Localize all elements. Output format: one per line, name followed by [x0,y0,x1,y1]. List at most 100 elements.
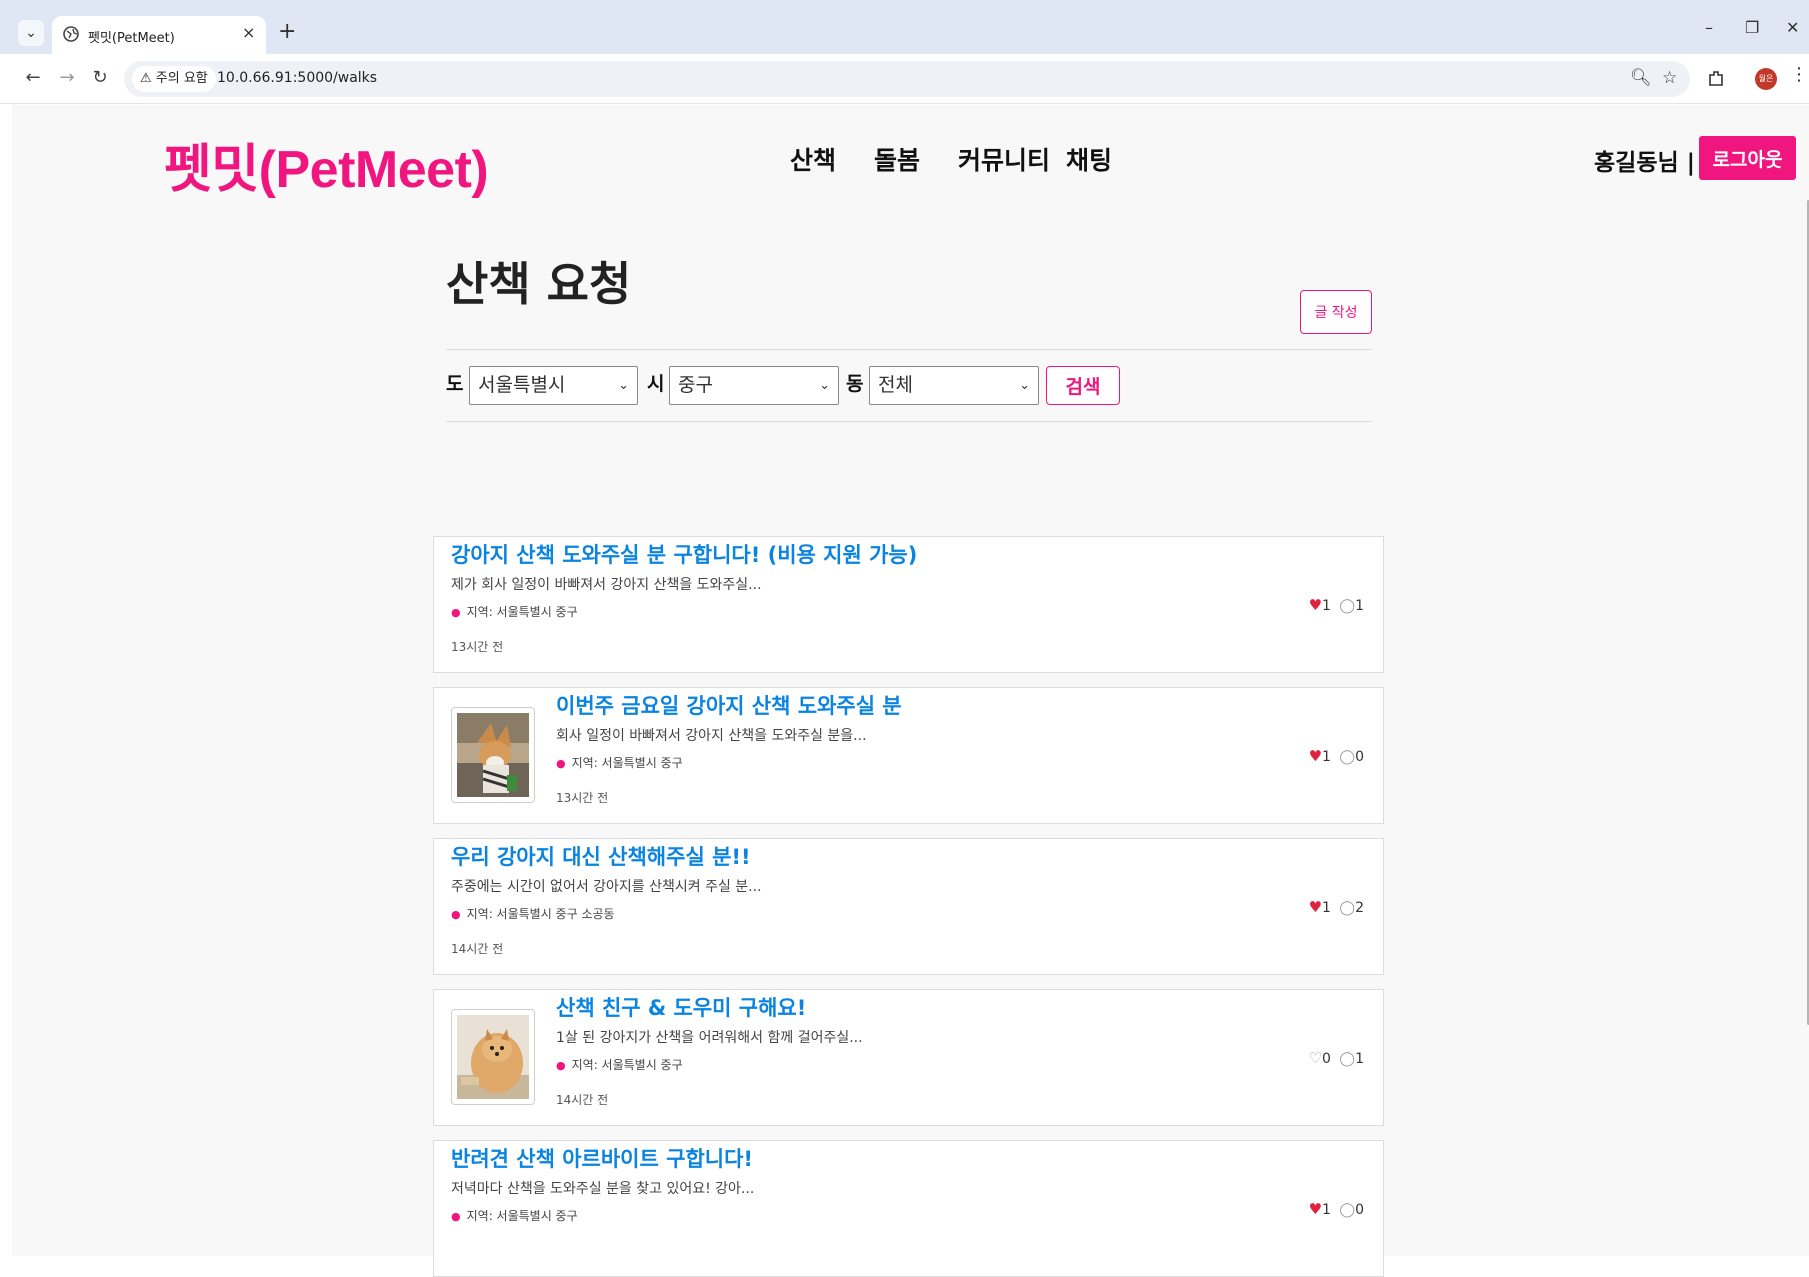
post-body: 산책 친구 & 도우미 구해요! 1살 된 강아지가 산책을 어려워해서 함께 … [556,994,863,1109]
heart-outline-icon[interactable]: ♡ [1309,1049,1322,1067]
post-time: 14시간 전 [556,1093,609,1107]
nav-item-care[interactable]: 돌봄 [874,141,920,177]
post-region: ● 지역: 서울특별시 중구 [556,754,902,773]
heart-filled-icon[interactable]: ♥ [1309,596,1322,614]
globe-icon [63,26,79,42]
post-thumbnail [451,1009,535,1105]
like-count: 1 [1322,1202,1331,1218]
bookmark-star-icon[interactable]: ☆ [1662,68,1677,88]
location-pin-icon: ● [556,757,566,770]
post-region-text: 지역: 서울특별시 중구 [466,605,578,619]
search-button[interactable]: 검색 [1046,366,1120,405]
post-card[interactable]: 강아지 산책 도와주실 분 구합니다! (비용 지원 가능) 제가 회사 일정이… [433,536,1384,673]
post-region-text: 지역: 서울특별시 중구 소공동 [466,907,615,921]
comment-bubble-icon: ◯ [1339,749,1356,765]
post-body: 이번주 금요일 강아지 산책 도와주실 분 회사 일정이 바빠져서 강아지 산책… [556,692,902,807]
security-warning-chip[interactable]: ⚠ 주의 요함 [132,66,216,92]
comment-count: 1 [1355,1051,1364,1067]
chevron-down-icon: ⌄ [819,378,830,393]
profile-avatar[interactable]: 월은 [1755,68,1777,90]
nav-item-chat[interactable]: 채팅 [1066,141,1112,177]
city-select-value: 중구 [678,374,713,396]
post-region-text: 지역: 서울특별시 중구 [466,1209,578,1223]
tab-title: 펫밋(PetMeet) [88,31,175,46]
logout-button[interactable]: 로그아웃 [1699,136,1796,180]
like-count: 1 [1322,900,1331,916]
browser-toolbar: ← → ↻ ⚠ 주의 요함 10.0.66.91:5000/walks 🔍︎ ☆… [0,54,1809,104]
site-logo[interactable]: 펫밋(PetMeet) [164,127,489,202]
comment-bubble-icon: ◯ [1339,598,1356,614]
comment-bubble-icon: ◯ [1339,900,1356,916]
pomeranian-photo [457,1015,529,1099]
post-body: 반려견 산책 아르바이트 구합니다! 저녁마다 산책을 도와주실 분을 찾고 있… [451,1145,754,1242]
post-card[interactable]: 산책 친구 & 도우미 구해요! 1살 된 강아지가 산책을 어려워해서 함께 … [433,989,1384,1126]
location-pin-icon: ● [451,606,461,619]
like-count: 0 [1322,1051,1331,1067]
comment-bubble-icon: ◯ [1339,1202,1356,1218]
heart-filled-icon[interactable]: ♥ [1309,898,1322,916]
extensions-icon[interactable] [1706,69,1726,89]
corgi-photo [457,713,529,797]
post-card[interactable]: 이번주 금요일 강아지 산책 도와주실 분 회사 일정이 바빠져서 강아지 산책… [433,687,1384,824]
back-icon[interactable]: ← [22,67,44,89]
page-viewport: 펫밋(PetMeet) 산책 돌봄 커뮤니티 채팅 홍길동님 | 로그아웃 산책… [12,105,1809,1277]
comment-count: 0 [1355,1202,1364,1218]
post-excerpt: 저녁마다 산책을 도와주실 분을 찾고 있어요! 강아... [451,1181,755,1197]
close-window-icon[interactable]: ✕ [1786,18,1799,37]
post-title[interactable]: 산책 친구 & 도우미 구해요! [556,994,863,1022]
post-time: 13시간 전 [556,791,609,805]
url-text[interactable]: 10.0.66.91:5000/walks [217,70,377,86]
like-count: 1 [1322,749,1331,765]
chevron-down-icon: ⌄ [618,378,629,393]
province-select-value: 서울특별시 [478,374,566,396]
city-select[interactable]: 중구 ⌄ [669,366,839,405]
post-body: 강아지 산책 도와주실 분 구합니다! (비용 지원 가능) 제가 회사 일정이… [451,541,917,656]
address-bar[interactable]: ⚠ 주의 요함 10.0.66.91:5000/walks 🔍︎ ☆ [124,61,1690,97]
write-post-button[interactable]: 글 작성 [1300,290,1372,334]
post-stats: ♥1 ◯0 [1309,747,1364,765]
browser-menu-icon[interactable]: ⋮ [1790,64,1808,85]
post-excerpt: 주중에는 시간이 없어서 강아지를 산책시켜 주실 분... [451,879,762,895]
like-count: 1 [1322,598,1331,614]
heart-filled-icon[interactable]: ♥ [1309,1200,1322,1218]
location-pin-icon: ● [556,1059,566,1072]
tab-search-button[interactable]: ⌄ [18,20,44,46]
post-title[interactable]: 이번주 금요일 강아지 산책 도와주실 분 [556,692,902,720]
post-time: 14시간 전 [451,942,504,956]
heart-filled-icon[interactable]: ♥ [1309,747,1322,765]
province-select[interactable]: 서울특별시 ⌄ [469,366,638,405]
dong-select[interactable]: 전체 ⌄ [869,366,1039,405]
new-tab-button[interactable]: + [278,19,296,45]
post-title[interactable]: 우리 강아지 대신 산책해주실 분!! [451,843,762,871]
reload-icon[interactable]: ↻ [89,67,111,89]
restore-icon[interactable]: ❐ [1745,18,1759,37]
post-title[interactable]: 반려견 산책 아르바이트 구합니다! [451,1145,754,1173]
user-greeting: 홍길동님 | [1594,150,1696,176]
comment-count: 0 [1355,749,1364,765]
post-excerpt: 회사 일정이 바빠져서 강아지 산책을 도와주실 분을... [556,728,867,744]
dong-select-value: 전체 [878,374,913,396]
post-excerpt: 제가 회사 일정이 바빠져서 강아지 산책을 도와주실... [451,577,762,593]
dong-label: 동 [846,373,864,395]
divider [446,349,1372,350]
city-label: 시 [647,373,665,395]
post-body: 우리 강아지 대신 산책해주실 분!! 주중에는 시간이 없어서 강아지를 산책… [451,843,762,958]
location-pin-icon: ● [451,908,461,921]
post-stats: ♥1 ◯0 [1309,1200,1364,1218]
nav-item-walk[interactable]: 산책 [790,141,836,177]
nav-item-community[interactable]: 커뮤니티 [958,141,1050,177]
post-region: ● 지역: 서울특별시 중구 [451,603,917,622]
browser-tab[interactable]: 펫밋(PetMeet) × [52,16,266,54]
post-time: 13시간 전 [451,640,504,654]
comment-count: 1 [1355,598,1364,614]
post-card[interactable]: 반려견 산책 아르바이트 구합니다! 저녁마다 산책을 도와주실 분을 찾고 있… [433,1140,1384,1277]
province-label: 도 [446,373,464,395]
post-title[interactable]: 강아지 산책 도와주실 분 구합니다! (비용 지원 가능) [451,541,917,569]
post-excerpt: 1살 된 강아지가 산책을 어려워해서 함께 걸어주실... [556,1030,863,1046]
minimize-icon[interactable]: – [1705,18,1713,37]
forward-icon[interactable]: → [56,67,78,89]
post-card[interactable]: 우리 강아지 대신 산책해주실 분!! 주중에는 시간이 없어서 강아지를 산책… [433,838,1384,975]
zoom-icon[interactable]: 🔍︎ [1630,68,1652,88]
post-region: ● 지역: 서울특별시 중구 [451,1207,754,1226]
close-tab-icon[interactable]: × [242,23,255,42]
